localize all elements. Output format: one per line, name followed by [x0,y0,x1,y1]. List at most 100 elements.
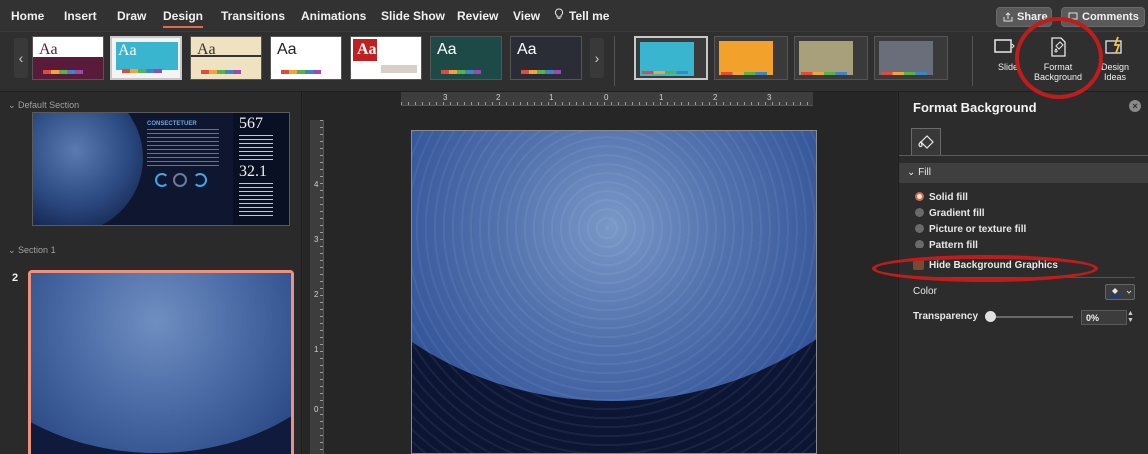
ruler-tick: 1 [314,345,319,354]
fill-tab[interactable] [911,128,941,156]
theme-label: Aa [517,41,537,58]
tab-animations[interactable]: Animations [301,9,366,23]
ruler-tick: 3 [767,93,772,102]
design-ribbon: ‹ Aa Aa Aa Aa Aa Aa Aa › Slide Format Ba… [0,32,1148,92]
radio[interactable] [915,224,924,233]
theme-label: Aa [118,42,137,59]
slide-thumbnail-1[interactable]: CONSECTETUER 567 32.1 [32,112,290,226]
solid-fill-option[interactable]: Solid fill [915,192,968,203]
thumb-body-text [147,129,219,169]
gradient-fill-option[interactable]: Gradient fill [915,208,985,219]
tab-insert[interactable]: Insert [64,9,97,23]
thumb-ring-1 [155,173,169,187]
section-label: Section 1 [18,245,56,255]
transparency-slider-track[interactable] [989,316,1073,318]
theme-thumbnail-7[interactable]: Aa [510,36,582,80]
radio[interactable] [915,240,924,248]
tab-review[interactable]: Review [457,9,498,23]
format-background-pane: Format Background × ⌄ Fill Solid fill Gr… [898,92,1148,454]
theme-thumbnail-2[interactable]: Aa [110,36,182,80]
menu-bar: Home Insert Draw Design Transitions Anim… [0,0,1148,32]
design-ideas-label-line2: Ideas [1103,72,1127,82]
tell-me-search[interactable]: Tell me [554,8,609,23]
tab-view[interactable]: View [513,9,540,23]
slide-size-label: Slide Size [998,62,1020,72]
pattern-fill-option[interactable]: Pattern fill [915,240,978,248]
theme-thumbnail-5[interactable]: Aa [350,36,422,80]
tab-transitions[interactable]: Transitions [221,9,285,23]
thumb-stat-text [239,183,273,219]
theme-thumbnail-4[interactable]: Aa [270,36,342,80]
transparency-stepper[interactable]: ▲ ▼ [1127,310,1135,325]
close-icon[interactable]: × [1129,100,1141,112]
radio-selected[interactable] [915,192,924,201]
theme-thumbnail-1[interactable]: Aa [32,36,104,80]
theme-color-strip [43,70,83,74]
cloud-texture [412,131,816,453]
theme-thumbnail-6[interactable]: Aa [430,36,502,80]
option-label: Hide Background Graphics [929,260,1058,271]
checkbox[interactable] [913,259,924,270]
variant-thumbnail-1[interactable] [634,36,708,80]
variant-swatch [799,41,853,75]
thumb-ring-2 [173,173,187,187]
comments-label: Comments [1082,11,1139,23]
design-ideas-button[interactable]: Design Ideas [1094,36,1136,90]
transparency-slider-handle[interactable] [985,311,996,322]
slide-thumbnail-2[interactable] [28,270,294,454]
picture-fill-option[interactable]: Picture or texture fill [915,224,1026,235]
section-header-default[interactable]: ⌄ Default Section [8,100,79,111]
section-header-1[interactable]: ⌄ Section 1 [8,245,56,256]
divider [913,277,1135,278]
theme-bar [381,65,417,73]
comments-button[interactable]: Comments [1061,7,1145,27]
ruler-tick: 1 [549,93,554,102]
current-slide[interactable] [411,130,817,454]
ribbon-divider [614,36,615,86]
themes-scroll-right-button[interactable]: › [590,38,604,78]
radio[interactable] [915,208,924,217]
variant-thumbnail-4[interactable] [874,36,948,80]
theme-color-strip [122,69,162,73]
ruler-tick: 4 [314,180,319,189]
transparency-label: Transparency [913,311,979,322]
theme-thumbnail-3[interactable]: Aa [190,36,262,80]
share-icon [1003,12,1013,22]
tab-draw[interactable]: Draw [117,9,146,23]
variant-thumbnail-3[interactable] [794,36,868,80]
variant-color-strip [642,71,688,74]
format-background-button[interactable]: Format Background [1028,36,1088,90]
format-background-label-line1: Format [1043,62,1073,72]
thumb-stat-text [239,135,273,163]
color-label: Color [913,286,937,297]
lightbulb-icon [554,8,564,19]
theme-label: Aa [437,41,457,58]
share-button[interactable]: Share [996,7,1052,27]
theme-label: Aa [39,41,58,58]
slide-size-button[interactable]: Slide Size [984,36,1024,90]
hide-background-graphics-option[interactable]: Hide Background Graphics [913,259,1058,271]
variant-thumbnail-2[interactable] [714,36,788,80]
earth-image [33,113,143,225]
tab-slide-show[interactable]: Slide Show [381,9,445,23]
comment-icon [1068,12,1078,22]
tab-home[interactable]: Home [11,9,44,23]
paint-bucket-icon [918,135,934,149]
ruler-tick: 0 [604,93,609,102]
ruler-tick: 1 [659,93,664,102]
share-label: Share [1017,11,1048,23]
variant-swatch [719,41,773,75]
transparency-input[interactable]: 0% [1081,310,1127,325]
ruler-tick: 0 [314,405,319,414]
color-picker-button[interactable] [1105,284,1135,300]
theme-label: Aa [357,41,377,58]
section-label: Default Section [18,100,80,110]
slide-thumbnail-pane: ⌄ Default Section CONSECTETUER 567 32.1 … [0,92,302,454]
fill-section-header[interactable]: ⌄ Fill [899,163,1148,183]
tab-design[interactable]: Design [163,9,204,28]
slide-size-icon [994,39,1015,53]
option-label: Solid fill [929,192,968,203]
ruler-tick: 2 [713,93,718,102]
themes-scroll-left-button[interactable]: ‹ [14,38,28,78]
variant-swatch [879,41,933,75]
